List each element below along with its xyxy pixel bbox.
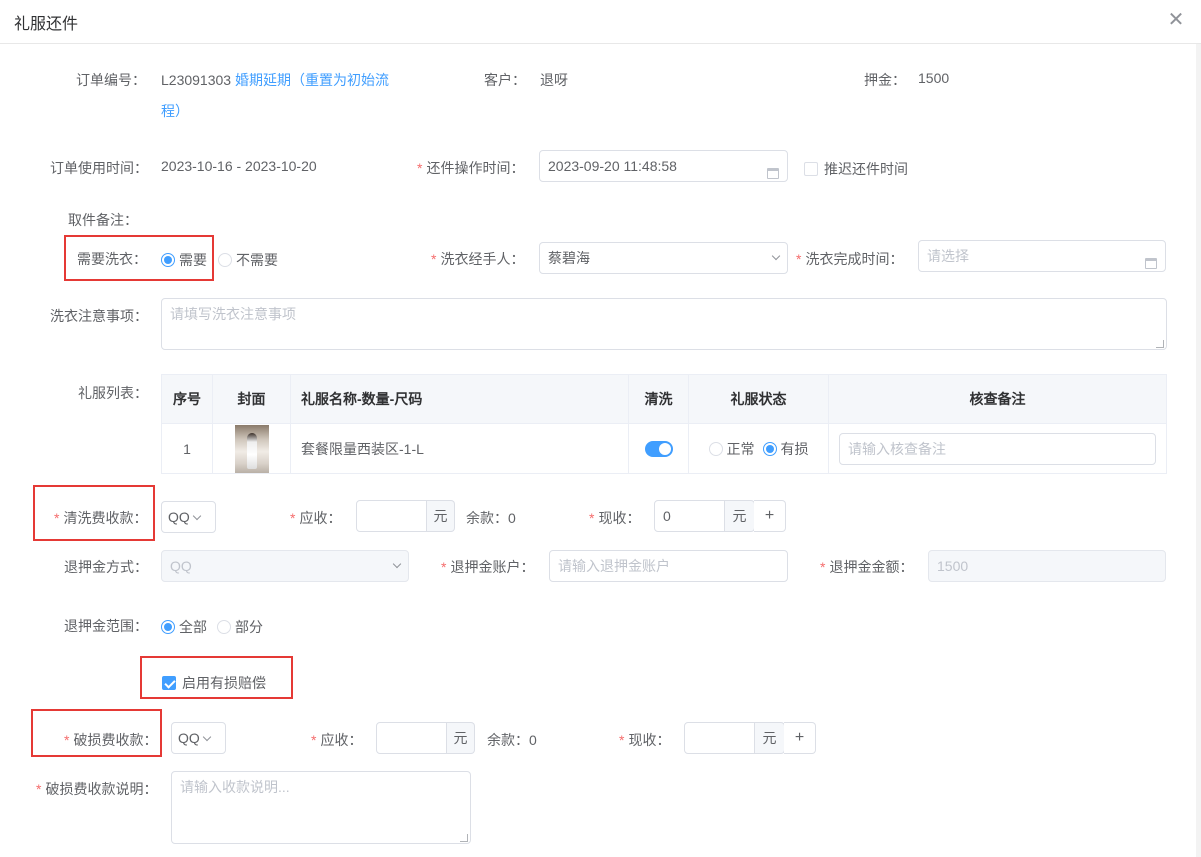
use-time-label: 订单使用时间： xyxy=(50,160,148,176)
refund-scope-all-radio[interactable]: 全部 xyxy=(161,617,207,637)
refund-amount-label: * 退押金金额： xyxy=(820,559,914,575)
checkbox-box[interactable] xyxy=(804,162,818,176)
need-wash-label: 需要洗衣： xyxy=(77,251,147,267)
order-status-link[interactable]: 婚期延期（重置为初始流 xyxy=(235,72,389,88)
col-index: 序号 xyxy=(161,374,213,424)
add-payment-button[interactable]: + xyxy=(754,500,786,532)
dialog-header: 礼服还件 ✕ xyxy=(0,0,1201,44)
customer-value: 退呀 xyxy=(540,72,568,88)
refund-method-select[interactable]: QQ xyxy=(161,550,409,582)
cleaning-receivable-label: * 应收： xyxy=(290,510,342,526)
wash-notes-textarea[interactable]: 请填写洗衣注意事项 xyxy=(161,298,1167,350)
cleaning-fee-label: * 清洗费收款： xyxy=(54,510,148,526)
damage-received-label: * 现收： xyxy=(619,732,671,748)
row-name: 套餐限量西装区-1-L xyxy=(290,423,629,474)
order-no-value: L23091303 婚期延期（重置为初始流 xyxy=(161,70,389,90)
return-time-label: * 还件操作时间： xyxy=(417,160,525,176)
refund-method-label: 退押金方式： xyxy=(64,559,148,575)
order-no-text: L23091303 xyxy=(161,72,232,88)
col-status: 礼服状态 xyxy=(688,374,829,424)
refund-scope-label: 退押金范围： xyxy=(64,618,148,634)
check-note-input[interactable]: 请输入核查备注 xyxy=(839,432,1156,465)
cleaning-received-label: * 现收： xyxy=(589,510,641,526)
row-clean xyxy=(628,423,689,474)
row-status: 正常 有损 xyxy=(688,423,829,474)
calendar-icon xyxy=(1145,250,1157,271)
dialog-title: 礼服还件 xyxy=(14,16,79,33)
wash-handler-label: * 洗衣经手人： xyxy=(431,251,525,267)
row-cover xyxy=(212,423,291,474)
wash-notes-label: 洗衣注意事项： xyxy=(50,308,148,324)
damage-desc-textarea[interactable]: 请输入收款说明... xyxy=(171,771,471,844)
cleaning-received-input[interactable]: 0 xyxy=(654,500,725,532)
refund-account-input[interactable]: 请输入退押金账户 xyxy=(549,550,788,582)
refund-amount-input[interactable]: 1500 xyxy=(928,550,1166,582)
need-wash-no-radio[interactable]: 不需要 xyxy=(218,250,278,270)
chevron-down-icon xyxy=(390,551,402,581)
row-index: 1 xyxy=(161,423,213,474)
wash-finish-input[interactable]: 请选择 xyxy=(918,240,1166,272)
chevron-down-icon xyxy=(202,732,212,742)
damage-balance: 余款：0 xyxy=(487,732,537,748)
add-payment-button[interactable]: + xyxy=(784,722,816,754)
delay-return-checkbox[interactable]: 推迟还件时间 xyxy=(804,159,908,179)
order-no-label: 订单编号： xyxy=(76,72,146,88)
damage-receivable-label: * 应收： xyxy=(311,732,363,748)
dress-list-label: 礼服列表： xyxy=(78,385,148,401)
wash-finish-label: * 洗衣完成时间： xyxy=(796,251,904,267)
yuan-unit: 元 xyxy=(725,500,755,532)
refund-account-label: * 退押金账户： xyxy=(441,559,535,575)
refund-scope-part-radio[interactable]: 部分 xyxy=(217,617,263,637)
return-time-input[interactable]: 2023-09-20 11:48:58 xyxy=(539,150,788,182)
clean-toggle[interactable] xyxy=(644,441,673,458)
chevron-down-icon xyxy=(769,243,781,273)
dress-table: 序号 封面 礼服名称-数量-尺码 清洗 礼服状态 核查备注 1 套餐限量西装区-… xyxy=(161,374,1167,474)
scrollbar[interactable] xyxy=(1196,44,1201,857)
col-cover: 封面 xyxy=(212,374,291,424)
col-name: 礼服名称-数量-尺码 xyxy=(290,374,629,424)
col-note: 核查备注 xyxy=(828,374,1167,424)
resize-grip-icon[interactable] xyxy=(1156,340,1164,348)
checkbox-box[interactable] xyxy=(162,676,176,690)
close-icon[interactable]: ✕ xyxy=(1166,10,1186,30)
status-normal-radio[interactable]: 正常 xyxy=(708,439,755,459)
enable-damage-checkbox[interactable]: 启用有损赔偿 xyxy=(162,673,266,693)
return-dress-dialog: 礼服还件 ✕ 订单编号： L23091303 婚期延期（重置为初始流 程） 客户… xyxy=(0,0,1201,857)
yuan-unit: 元 xyxy=(447,722,475,754)
use-time-value: 2023-10-16 - 2023-10-20 xyxy=(161,158,317,174)
deposit-label: 押金： xyxy=(864,72,906,88)
yuan-unit: 元 xyxy=(427,500,455,532)
calendar-icon xyxy=(767,160,779,181)
cleaning-balance: 余款：0 xyxy=(466,510,516,526)
row-note: 请输入核查备注 xyxy=(828,423,1167,474)
yuan-unit: 元 xyxy=(755,722,785,754)
table-header-row: 序号 封面 礼服名称-数量-尺码 清洗 礼服状态 核查备注 xyxy=(161,374,1167,424)
dress-thumbnail[interactable] xyxy=(234,424,269,473)
cleaning-fee-method-select[interactable]: QQ xyxy=(161,501,216,533)
status-damaged-radio[interactable]: 有损 xyxy=(762,439,809,459)
wash-handler-select[interactable]: 蔡碧海 xyxy=(539,242,788,274)
chevron-down-icon xyxy=(192,511,202,521)
cleaning-receivable-input[interactable] xyxy=(356,500,427,532)
col-clean: 清洗 xyxy=(628,374,689,424)
damage-fee-method-select[interactable]: QQ xyxy=(171,722,226,754)
order-status-link-cont[interactable]: 程） xyxy=(161,101,189,121)
damage-received-input[interactable] xyxy=(684,722,755,754)
customer-label: 客户： xyxy=(484,72,526,88)
damage-fee-label: * 破损费收款： xyxy=(64,732,158,748)
table-row: 1 套餐限量西装区-1-L 正常 有损 请输入核查备注 xyxy=(161,423,1167,474)
resize-grip-icon[interactable] xyxy=(460,834,468,842)
deposit-value: 1500 xyxy=(918,70,950,86)
pickup-note-label: 取件备注： xyxy=(68,212,138,228)
need-wash-yes-radio[interactable]: 需要 xyxy=(161,250,207,270)
damage-receivable-input[interactable] xyxy=(376,722,447,754)
damage-desc-label: * 破损费收款说明： xyxy=(36,781,158,797)
